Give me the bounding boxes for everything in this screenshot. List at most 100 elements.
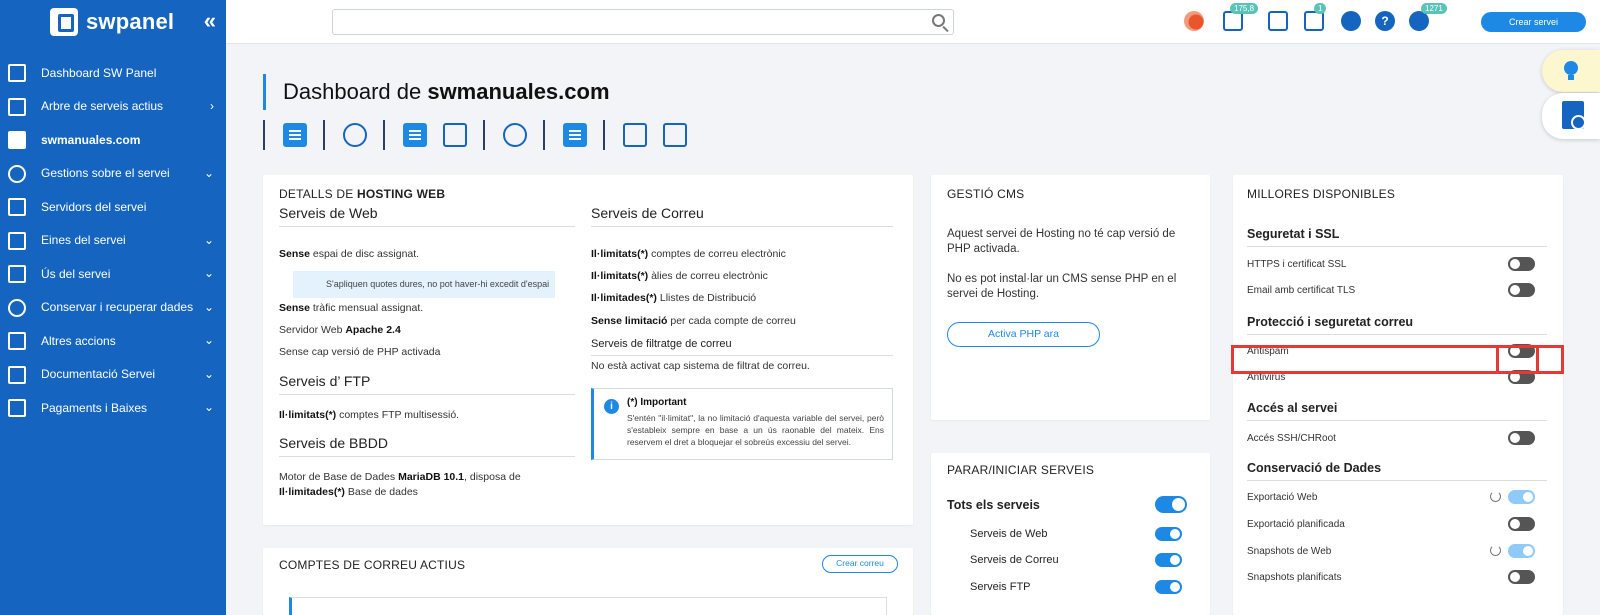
mail-filter-heading: Serveis de filtratge de correu bbox=[591, 338, 893, 356]
page-title: Dashboard de swmanuales.com bbox=[283, 79, 610, 104]
notes-badge: 1 bbox=[1314, 3, 1327, 14]
search-icon[interactable] bbox=[932, 14, 945, 27]
chevron-down-icon: ⌄ bbox=[203, 366, 214, 381]
scheduled-export-toggle[interactable] bbox=[1508, 517, 1535, 531]
ftp-services-toggle[interactable] bbox=[1155, 580, 1182, 594]
chevron-down-icon: ⌄ bbox=[203, 266, 214, 280]
important-text: S'entén "il·limitat", la no limitació d'… bbox=[627, 413, 884, 447]
wallet-icon[interactable] bbox=[1223, 11, 1243, 31]
sidebar-item-label: Conservar i recuperar dades bbox=[41, 300, 194, 315]
service-row: Serveis FTP bbox=[970, 580, 1220, 594]
user-icon[interactable] bbox=[1409, 11, 1429, 31]
upload-icon[interactable] bbox=[403, 123, 427, 147]
web-services-toggle[interactable] bbox=[1155, 527, 1182, 541]
sidebar-item-label: Gestions sobre el servei bbox=[41, 166, 170, 181]
cms-text-2: No es pot instal·lar un CMS sense PHP en… bbox=[947, 273, 1177, 300]
sidebar-item-service[interactable]: swmanuales.com bbox=[0, 123, 226, 157]
user-badge: 1271 bbox=[1421, 3, 1447, 14]
all-services-row: Tots els serveis bbox=[947, 496, 1197, 513]
tips-button[interactable] bbox=[1542, 50, 1600, 92]
sidebar-item-label: Servidors del servei bbox=[41, 199, 147, 214]
sidebar-item-label: Pagaments i Baixes bbox=[41, 400, 148, 415]
ftp-heading: Serveis d’ FTP bbox=[279, 373, 575, 395]
upgrade-row: Snapshots de Web bbox=[1247, 544, 1547, 558]
sidebar-item-backup[interactable]: Conservar i recuperar dades ⌄ bbox=[0, 291, 226, 325]
sidebar-item-docs[interactable]: Documentació Servei ⌄ bbox=[0, 358, 226, 392]
web-snapshots-toggle[interactable] bbox=[1508, 544, 1535, 558]
tools-icon bbox=[8, 231, 26, 250]
logo[interactable]: swpanel « bbox=[0, 0, 226, 44]
undo-icon[interactable] bbox=[1490, 545, 1501, 556]
service-row: Serveis de Correu bbox=[970, 553, 1220, 567]
sync-icon[interactable] bbox=[343, 123, 367, 147]
hosting-left-column: Serveis de Web bbox=[279, 205, 575, 227]
web-services-heading: Serveis de Web bbox=[279, 205, 575, 227]
server-icon bbox=[8, 198, 26, 216]
help-icon[interactable]: ? bbox=[1375, 11, 1395, 31]
sidebar-item-dashboard[interactable]: Dashboard SW Panel bbox=[0, 56, 226, 90]
toolbar-divider bbox=[383, 120, 385, 150]
sidebar-item-service-tree[interactable]: Arbre de serveis actius › bbox=[0, 90, 226, 124]
web-server-line: Servidor Web Apache 2.4 bbox=[279, 324, 401, 336]
chevron-down-icon: ⌄ bbox=[203, 299, 214, 314]
ftp-section: Serveis d’ FTP bbox=[279, 373, 575, 395]
details-list-icon[interactable] bbox=[283, 123, 307, 147]
chevron-down-icon: ⌄ bbox=[203, 232, 214, 247]
web-export-toggle[interactable] bbox=[1508, 490, 1535, 504]
service-row: Serveis de Web bbox=[970, 527, 1220, 541]
card-title: PARAR/INICIAR SERVEIS bbox=[947, 463, 1095, 477]
gear-icon[interactable] bbox=[1341, 11, 1361, 31]
create-service-button[interactable]: Crear servei bbox=[1481, 12, 1586, 32]
document-icon bbox=[8, 365, 26, 384]
https-ssl-toggle[interactable] bbox=[1508, 257, 1535, 271]
toolbar-divider bbox=[603, 120, 605, 150]
card-title: MILLORES DISPONIBLES bbox=[1247, 187, 1396, 201]
upgrade-row: Snapshots planificats bbox=[1247, 570, 1547, 584]
pointer-grid-icon[interactable] bbox=[623, 123, 647, 147]
all-services-toggle[interactable] bbox=[1155, 496, 1187, 513]
notes-icon[interactable] bbox=[1304, 11, 1324, 31]
ftp-line: Il·limitats(*) comptes FTP multisessió. bbox=[279, 409, 460, 421]
upgrades-card: MILLORES DISPONIBLES Seguretat i SSL HTT… bbox=[1233, 175, 1563, 615]
sidebar-item-gestions[interactable]: Gestions sobre el servei ⌄ bbox=[0, 157, 226, 191]
tree-icon bbox=[8, 97, 26, 116]
mail-services-toggle[interactable] bbox=[1155, 553, 1182, 567]
toolbar-divider bbox=[483, 120, 485, 150]
mail-limit-line: Sense limitació per cada compte de corre… bbox=[591, 315, 796, 327]
section-heading: Protecció i seguretat correu bbox=[1247, 315, 1547, 335]
email-tls-toggle[interactable] bbox=[1508, 283, 1535, 297]
create-mail-button[interactable]: Crear correu bbox=[822, 555, 898, 573]
upgrade-row: HTTPS i certificat SSL bbox=[1247, 257, 1547, 271]
upgrade-row: Email amb certificat TLS bbox=[1247, 283, 1547, 297]
manuals-button[interactable] bbox=[1542, 93, 1600, 139]
sidebar-item-tools[interactable]: Eines del servei ⌄ bbox=[0, 224, 226, 258]
browser-window-icon[interactable] bbox=[563, 123, 587, 147]
team-icon[interactable] bbox=[1184, 11, 1204, 31]
table-list-icon[interactable] bbox=[663, 123, 687, 147]
page-header: Dashboard de swmanuales.com bbox=[263, 74, 610, 110]
php-line: Sense cap versió de PHP activada bbox=[279, 346, 441, 358]
search-input[interactable] bbox=[332, 9, 954, 35]
tools-icon[interactable] bbox=[503, 123, 527, 147]
monitor-search-icon[interactable] bbox=[1268, 11, 1288, 31]
activate-php-button[interactable]: Activa PHP ara bbox=[947, 322, 1100, 347]
scheduled-snapshots-toggle[interactable] bbox=[1508, 570, 1535, 584]
mail-filter-section: Serveis de filtratge de correu bbox=[591, 338, 893, 356]
wallet-badge: 175,8 bbox=[1230, 3, 1259, 14]
book-search-icon bbox=[1562, 101, 1586, 130]
toolbar-divider bbox=[323, 120, 325, 150]
collapse-sidebar-icon[interactable]: « bbox=[204, 9, 216, 33]
section-heading: Accés al servei bbox=[1247, 401, 1547, 421]
history-icon[interactable] bbox=[443, 123, 467, 147]
chevron-right-icon: › bbox=[210, 98, 214, 113]
card-title: GESTIÓ CMS bbox=[947, 187, 1025, 201]
sidebar-item-other[interactable]: Altres accions ⌄ bbox=[0, 324, 226, 358]
sidebar-item-servers[interactable]: Servidors del servei bbox=[0, 190, 226, 224]
chevron-down-icon: ⌄ bbox=[203, 333, 214, 347]
sidebar-item-payments[interactable]: Pagaments i Baixes ⌄ bbox=[0, 391, 226, 425]
sidebar-item-usage[interactable]: Ús del servei ⌄ bbox=[0, 257, 226, 291]
mail-filter-line: No està activat cap sistema de filtrat d… bbox=[591, 360, 810, 372]
ssh-chroot-toggle[interactable] bbox=[1508, 431, 1535, 445]
undo-icon[interactable] bbox=[1490, 491, 1501, 502]
topbar: 175,8 1 ? 1271 Crear servei bbox=[226, 0, 1600, 44]
